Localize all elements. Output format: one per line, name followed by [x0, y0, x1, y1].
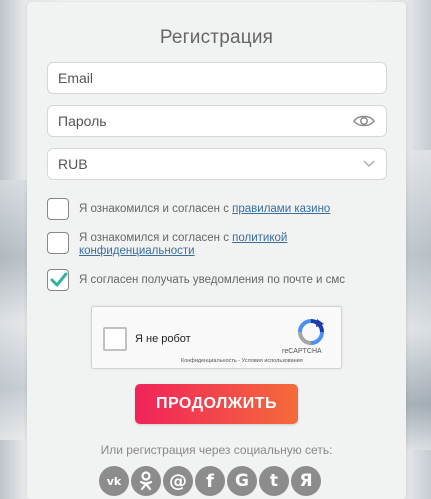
notifications-checkbox-row: Я согласен получать уведомления по почте… — [47, 269, 387, 291]
show-password-eye-icon[interactable] — [352, 113, 376, 129]
password-placeholder: Пароль — [58, 113, 107, 129]
currency-select[interactable]: RUB — [47, 148, 387, 180]
notifications-checkbox[interactable] — [47, 269, 69, 291]
background-left — [0, 180, 30, 440]
twitter-icon[interactable]: t — [259, 466, 289, 496]
casino-rules-link[interactable]: правилами казино — [232, 203, 330, 215]
privacy-checkbox-row: Я ознакомился и согласен с политикой кон… — [47, 232, 387, 258]
privacy-checkbox[interactable] — [47, 232, 69, 254]
facebook-icon[interactable]: f — [195, 466, 225, 496]
mail-at-icon[interactable]: @ — [163, 466, 193, 496]
notifications-label: Я согласен получать уведомления по почте… — [79, 274, 346, 286]
recaptcha-links[interactable]: Конфиденциальность - Условия использован… — [181, 358, 303, 364]
registration-panel: Регистрация Email Пароль RUB Я ознакомил… — [27, 2, 406, 499]
recaptcha-logo-icon — [297, 318, 325, 346]
background-right — [405, 150, 431, 450]
chevron-down-icon — [362, 159, 376, 169]
recaptcha-widget: Я не робот reCAPTCHA Конфиденциальность … — [91, 306, 342, 369]
privacy-label: Я ознакомился и согласен с политикой кон… — [79, 232, 288, 257]
currency-value: RUB — [58, 156, 88, 172]
yandex-icon[interactable]: Я — [291, 466, 321, 496]
terms-checkbox-row: Я ознакомился и согласен с правилами каз… — [47, 198, 387, 220]
social-title: Или регистрация через социальную сеть: — [100, 443, 333, 457]
email-field[interactable]: Email — [47, 62, 387, 94]
social-login-bar: vk @ f G t Я — [99, 466, 339, 499]
continue-button[interactable]: ПРОДОЛЖИТЬ — [135, 384, 298, 424]
recaptcha-checkbox[interactable] — [103, 327, 127, 351]
terms-checkbox[interactable] — [47, 198, 69, 220]
odnoklassniki-icon[interactable] — [131, 466, 161, 496]
password-field[interactable]: Пароль — [47, 105, 387, 137]
recaptcha-brand: reCAPTCHA — [282, 348, 322, 355]
page-title: Регистрация — [159, 27, 274, 48]
google-icon[interactable]: G — [227, 466, 257, 496]
vk-icon[interactable]: vk — [99, 466, 129, 496]
terms-label: Я ознакомился и согласен с правилами каз… — [79, 203, 331, 215]
checkmark-icon — [50, 272, 68, 287]
recaptcha-label: Я не робот — [135, 333, 191, 345]
email-placeholder: Email — [58, 70, 94, 86]
